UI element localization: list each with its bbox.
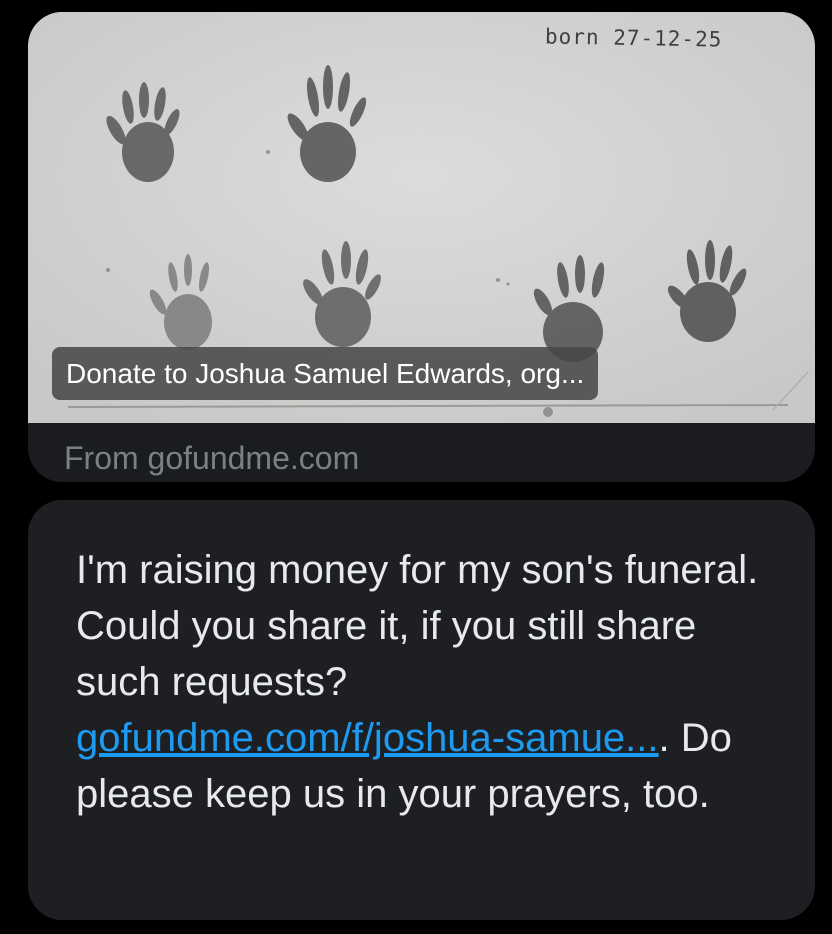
message-link[interactable]: gofundme.com/f/joshua-samue... bbox=[76, 716, 659, 760]
message-bubble: I'm raising money for my son's funeral. … bbox=[28, 500, 815, 920]
link-source: From gofundme.com bbox=[64, 440, 360, 476]
message-text-before-link: I'm raising money for my son's funeral. … bbox=[76, 548, 759, 704]
link-preview-image[interactable]: born 27-12-25 Donate to Joshua Samuel Ed… bbox=[28, 12, 815, 423]
link-preview-card[interactable]: born 27-12-25 Donate to Joshua Samuel Ed… bbox=[28, 12, 815, 482]
handwritten-note: born 27-12-25 bbox=[544, 24, 723, 52]
link-preview-title[interactable]: Donate to Joshua Samuel Edwards, org... bbox=[52, 347, 599, 400]
message-text: I'm raising money for my son's funeral. … bbox=[76, 542, 776, 822]
